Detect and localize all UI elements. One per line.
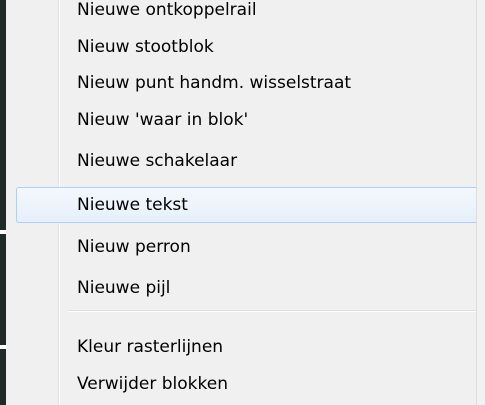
menu-item-label: Nieuwe tekst	[77, 195, 188, 215]
menu-item-new-uncoupler-rail[interactable]: Nieuwe ontkoppelrail	[16, 0, 476, 28]
menu-item-label: Nieuw 'waar in blok'	[77, 110, 249, 130]
menu-separator	[68, 310, 476, 312]
menu-item-new-text[interactable]: Nieuwe tekst	[16, 187, 476, 223]
menu-item-label: Nieuwe pijl	[77, 278, 171, 298]
context-menu: Nieuwe ontkoppelrail Nieuw stootblok Nie…	[6, 0, 476, 405]
menu-item-new-manual-switch-point[interactable]: Nieuw punt handm. wisselstraat	[16, 65, 476, 101]
menu-item-label: Nieuwe schakelaar	[77, 151, 238, 171]
menu-item-new-bumper[interactable]: Nieuw stootblok	[16, 29, 476, 65]
menu-item-label: Verwijder blokken	[77, 374, 228, 394]
menu-item-delete-blocks[interactable]: Verwijder blokken	[16, 366, 476, 402]
menu-item-label: Nieuw perron	[77, 237, 191, 257]
menu-item-new-where-in-block[interactable]: Nieuw 'waar in blok'	[16, 102, 476, 138]
menu-item-label: Kleur rasterlijnen	[77, 337, 224, 357]
menu-item-new-switch[interactable]: Nieuwe schakelaar	[16, 143, 476, 179]
menu-item-label: Nieuwe ontkoppelrail	[77, 0, 257, 20]
menu-item-grid-line-color[interactable]: Kleur rasterlijnen	[16, 329, 476, 365]
menu-item-new-arrow[interactable]: Nieuwe pijl	[16, 270, 476, 306]
menu-item-label: Nieuw punt handm. wisselstraat	[77, 73, 352, 93]
menu-item-new-platform[interactable]: Nieuw perron	[16, 229, 476, 265]
menu-item-label: Nieuw stootblok	[77, 37, 214, 57]
menu-scroll-edge	[476, 0, 485, 405]
